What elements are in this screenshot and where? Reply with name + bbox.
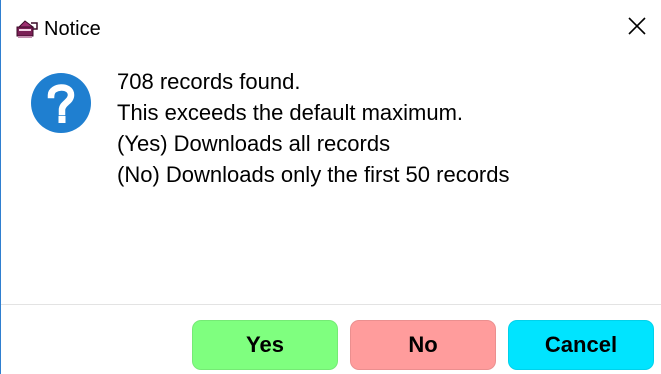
window-title: Notice xyxy=(44,18,101,40)
message-line-1: 708 records found. xyxy=(117,69,301,94)
cancel-button[interactable]: Cancel xyxy=(508,320,654,370)
button-bar: Yes No Cancel xyxy=(1,305,661,374)
close-icon xyxy=(628,16,646,40)
message-text: 708 records found. This exceeds the defa… xyxy=(117,66,510,190)
notice-app-icon xyxy=(15,17,39,41)
dialog-content: 708 records found. This exceeds the defa… xyxy=(1,58,661,304)
no-button[interactable]: No xyxy=(350,320,496,370)
yes-button[interactable]: Yes xyxy=(192,320,338,370)
message-line-2: This exceeds the default maximum. xyxy=(117,100,464,125)
message-line-4: (No) Downloads only the first 50 records xyxy=(117,162,510,187)
close-button[interactable] xyxy=(624,14,650,42)
question-icon xyxy=(30,72,92,134)
no-button-label: No xyxy=(408,332,438,357)
message-line-3: (Yes) Downloads all records xyxy=(117,131,391,156)
cancel-button-label: Cancel xyxy=(544,332,618,357)
title-bar[interactable]: Notice xyxy=(1,0,661,58)
yes-button-label: Yes xyxy=(246,332,284,357)
notice-dialog: Notice 708 records found. This exceeds t… xyxy=(0,0,661,374)
